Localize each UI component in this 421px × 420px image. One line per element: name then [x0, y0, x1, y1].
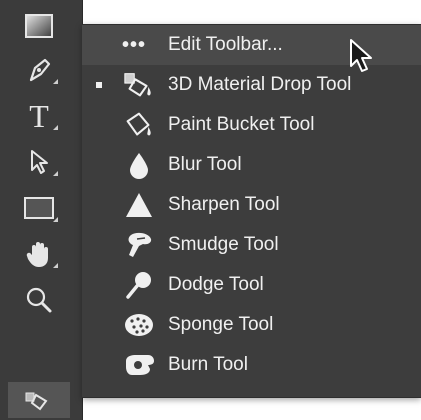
menu-item-label: Dodge Tool: [168, 274, 264, 295]
type-tool-button[interactable]: T: [14, 98, 64, 134]
gradient-tool-button[interactable]: [14, 8, 64, 44]
tools-panel: T: [0, 0, 83, 420]
more-tools-indicator: [53, 171, 58, 176]
paint-bucket-icon: [122, 108, 156, 142]
menu-item-label: Smudge Tool: [168, 234, 279, 255]
menu-item-label: Blur Tool: [168, 154, 242, 175]
menu-item-label: Sponge Tool: [168, 314, 274, 335]
menu-item-dodge[interactable]: Dodge Tool: [82, 265, 421, 305]
dodge-lollipop-icon: [122, 268, 156, 302]
photoshop-tool-flyout: T ••• Edit Toolbar... 3D Material Drop T…: [0, 0, 421, 420]
more-tools-indicator: [53, 217, 58, 222]
path-selection-arrow-icon: [31, 150, 48, 174]
pen-tool-button[interactable]: [14, 52, 64, 88]
pen-icon: [29, 58, 51, 82]
svg-text:T: T: [29, 101, 49, 131]
sharpen-triangle-icon: [122, 188, 156, 222]
edit-toolbar-label: Edit Toolbar...: [168, 34, 283, 55]
more-tools-indicator: [53, 79, 58, 84]
more-tools-indicator: [53, 125, 58, 130]
menu-item-label: Burn Tool: [168, 354, 248, 375]
menu-item-paint-bucket[interactable]: Paint Bucket Tool: [82, 105, 421, 145]
blur-drop-icon: [122, 148, 156, 182]
burn-hand-icon: [122, 348, 156, 382]
smudge-finger-icon: [122, 228, 156, 262]
more-tools-indicator: [53, 263, 58, 268]
3d-material-drop-icon: [25, 392, 48, 411]
gradient-icon: [25, 14, 53, 38]
sponge-icon: [122, 308, 156, 342]
hand-tool-button[interactable]: [14, 236, 64, 272]
menu-item-label: 3D Material Drop Tool: [168, 74, 352, 95]
tool-flyout-menu: ••• Edit Toolbar... 3D Material Drop Too…: [82, 24, 421, 398]
menu-item-sponge[interactable]: Sponge Tool: [82, 305, 421, 345]
type-icon: T: [29, 101, 49, 131]
hand-icon: [26, 242, 48, 267]
path-selection-tool-button[interactable]: [14, 144, 64, 180]
rectangle-tool-button[interactable]: [14, 190, 64, 226]
magnifier-icon: [26, 287, 52, 313]
ellipsis-icon: •••: [122, 33, 147, 56]
3d-material-drop-tool-button[interactable]: [8, 382, 70, 418]
menu-item-burn[interactable]: Burn Tool: [82, 345, 421, 385]
rectangle-icon: [24, 197, 54, 219]
menu-item-blur[interactable]: Blur Tool: [82, 145, 421, 185]
mouse-pointer-icon: [350, 39, 372, 72]
menu-item-sharpen[interactable]: Sharpen Tool: [82, 185, 421, 225]
zoom-tool-button[interactable]: [14, 282, 64, 318]
menu-item-label: Sharpen Tool: [168, 194, 280, 215]
selected-bullet-icon: [96, 82, 102, 88]
menu-item-label: Paint Bucket Tool: [168, 114, 315, 135]
menu-item-smudge[interactable]: Smudge Tool: [82, 225, 421, 265]
3d-material-drop-icon: [122, 68, 156, 102]
